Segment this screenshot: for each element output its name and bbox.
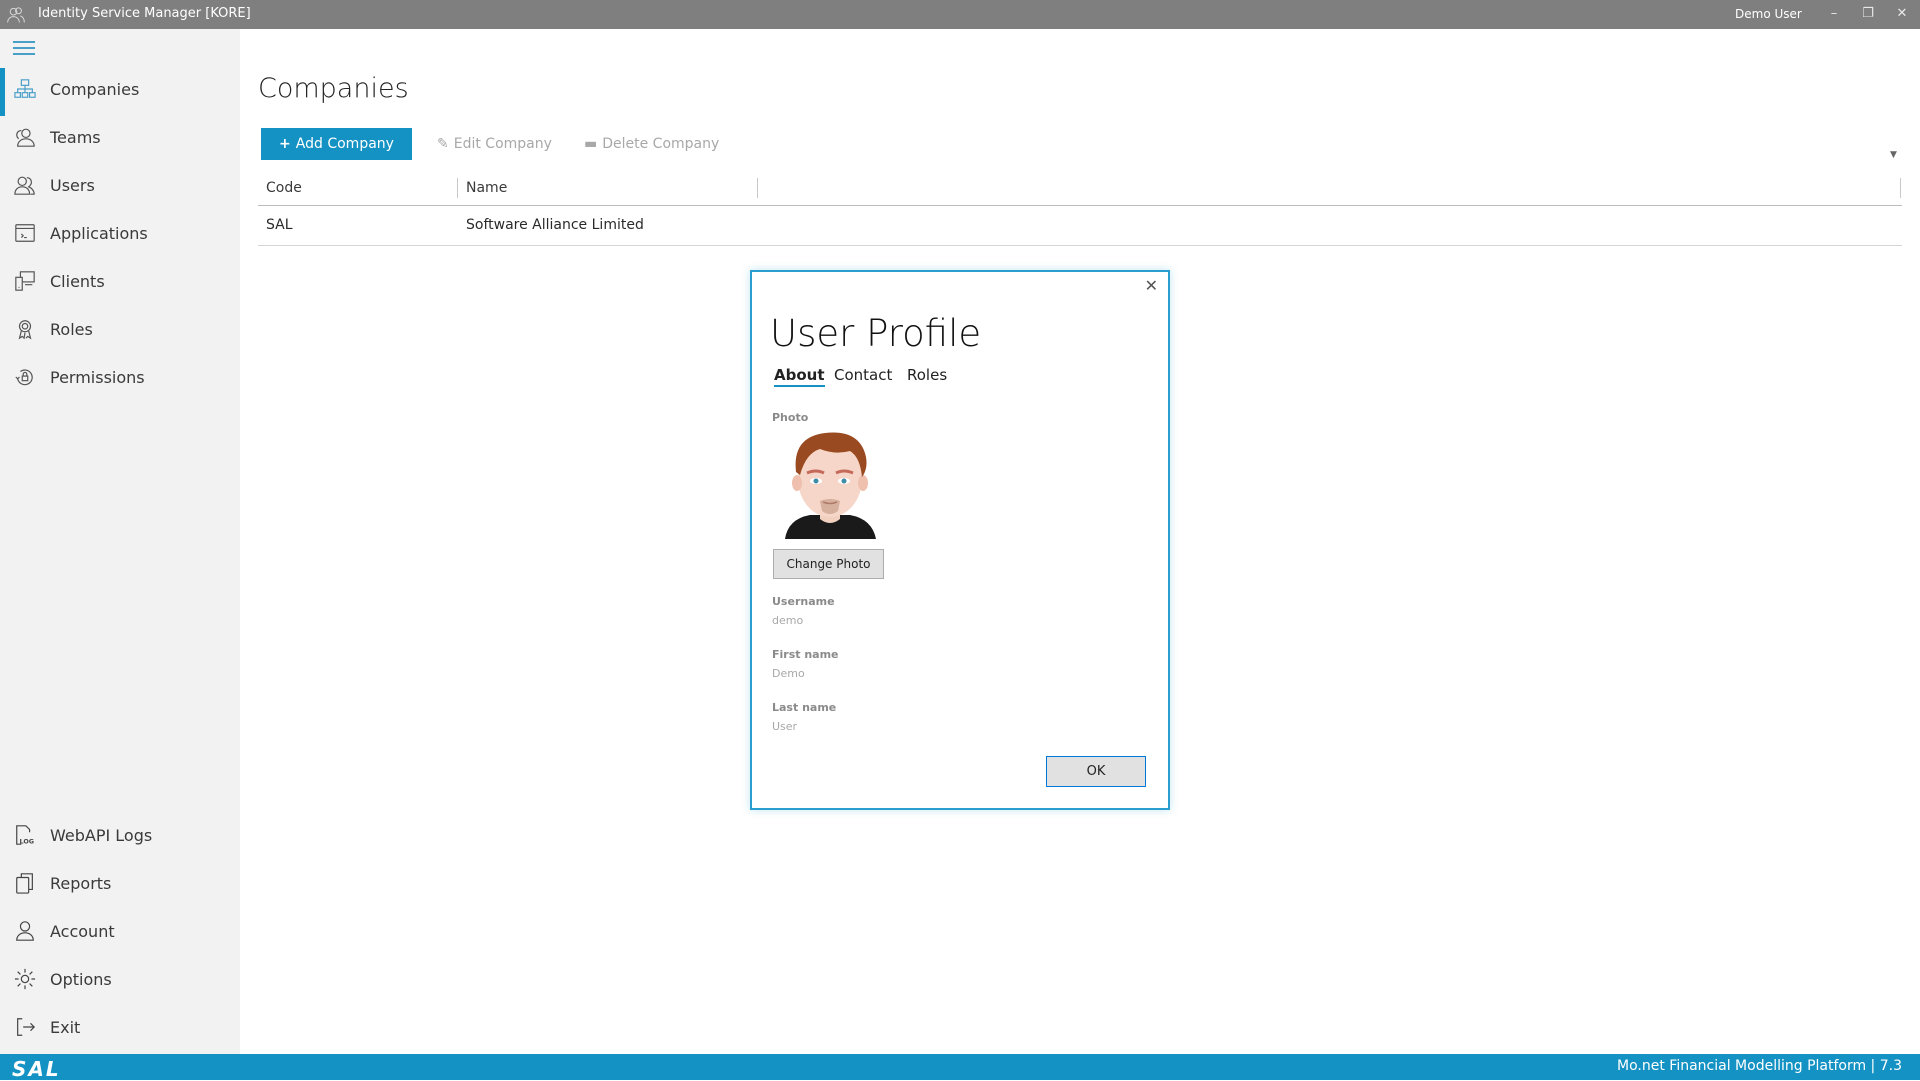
pencil-icon: ✎ [437, 136, 449, 152]
tab-contact[interactable]: Contact [834, 366, 892, 384]
sidebar-item-label: Applications [50, 224, 148, 243]
svg-text:LOG: LOG [20, 837, 35, 845]
last-name-value: User [772, 720, 798, 733]
platform-version: Mo.net Financial Modelling Platform | 7.… [1617, 1058, 1902, 1074]
tab-roles[interactable]: Roles [907, 366, 947, 384]
username-value: demo [772, 614, 804, 627]
column-chooser-icon[interactable]: ▼ [1890, 150, 1897, 160]
add-company-button[interactable]: + Add Company [261, 128, 412, 160]
edit-company-label: Edit Company [453, 136, 552, 152]
hamburger-menu-icon[interactable] [13, 41, 35, 57]
sidebar-item-webapi-logs[interactable]: LOG WebAPI Logs [0, 814, 240, 858]
log-file-icon: LOG [16, 825, 35, 845]
edit-company-button[interactable]: ✎ Edit Company [437, 128, 552, 160]
sidebar-item-teams[interactable]: Teams [0, 116, 240, 160]
sidebar-item-roles[interactable]: Roles [0, 308, 240, 352]
close-icon[interactable]: ✕ [1145, 276, 1158, 295]
cell-code: SAL [266, 217, 293, 233]
sidebar-item-label: Exit [50, 1018, 81, 1037]
sidebar: Companies Teams Users Applications Clien… [0, 29, 240, 1054]
sidebar-item-label: Permissions [50, 368, 145, 387]
sidebar-item-label: Users [50, 176, 95, 195]
sidebar-item-permissions[interactable]: Permissions [0, 356, 240, 400]
users-icon [14, 176, 35, 195]
minus-icon: ▬ [584, 136, 598, 152]
plus-icon: + [279, 136, 291, 152]
devices-icon [15, 271, 35, 291]
account-icon [16, 921, 34, 941]
status-bar: SAL Mo.net Financial Modelling Platform … [0, 1054, 1920, 1081]
sidebar-item-options[interactable]: Options [0, 958, 240, 1002]
sidebar-item-users[interactable]: Users [0, 164, 240, 208]
first-name-label: First name [772, 648, 839, 661]
sidebar-item-account[interactable]: Account [0, 910, 240, 954]
reports-icon [16, 873, 33, 894]
ok-button[interactable]: OK [1046, 756, 1146, 787]
column-header-code[interactable]: Code [266, 180, 302, 196]
cell-name: Software Alliance Limited [466, 217, 644, 233]
page-title: Companies [258, 73, 409, 104]
exit-icon [17, 1018, 36, 1036]
column-separator[interactable] [757, 178, 758, 198]
username-label: Username [772, 595, 835, 608]
sidebar-item-label: Teams [50, 128, 101, 147]
sal-logo: SAL [12, 1057, 61, 1081]
gear-icon [14, 968, 36, 990]
user-profile-dialog: ✕ User Profile About Contact Roles Photo… [750, 270, 1170, 810]
column-header-name[interactable]: Name [466, 180, 507, 196]
sidebar-item-label: Clients [50, 272, 105, 291]
restore-button[interactable]: ❐ [1858, 4, 1878, 24]
delete-company-label: Delete Company [602, 136, 720, 152]
column-separator[interactable] [1900, 178, 1901, 198]
sidebar-item-label: Roles [50, 320, 93, 339]
sidebar-item-label: Reports [50, 874, 112, 893]
close-window-button[interactable]: ✕ [1892, 4, 1912, 24]
sidebar-item-clients[interactable]: Clients [0, 260, 240, 304]
badge-icon [18, 320, 32, 340]
sidebar-item-applications[interactable]: Applications [0, 212, 240, 256]
dialog-title: User Profile [770, 312, 982, 355]
sidebar-item-label: WebAPI Logs [50, 826, 153, 845]
sidebar-item-reports[interactable]: Reports [0, 862, 240, 906]
first-name-value: Demo [772, 667, 805, 680]
sidebar-item-exit[interactable]: Exit [0, 1006, 240, 1050]
avatar [785, 432, 876, 539]
photo-label: Photo [772, 411, 809, 424]
sidebar-item-companies[interactable]: Companies [0, 68, 240, 116]
window-title: Identity Service Manager [KORE] [38, 6, 251, 21]
terminal-window-icon [15, 224, 35, 242]
change-photo-button[interactable]: Change Photo [773, 549, 884, 579]
companies-table: Code Name SAL Software Alliance Limited [258, 174, 1902, 246]
last-name-label: Last name [772, 701, 837, 714]
sidebar-item-label: Account [50, 922, 115, 941]
tab-about[interactable]: About [774, 366, 825, 387]
column-separator[interactable] [457, 178, 458, 198]
table-header: Code Name [258, 174, 1902, 206]
current-user[interactable]: Demo User [1735, 7, 1802, 21]
delete-company-button[interactable]: ▬ Delete Company [584, 128, 719, 160]
table-row[interactable]: SAL Software Alliance Limited [258, 206, 1902, 246]
minimize-button[interactable]: – [1824, 4, 1844, 24]
sidebar-item-label: Options [50, 970, 112, 989]
lock-refresh-icon [15, 369, 33, 386]
title-bar: Identity Service Manager [KORE] Demo Use… [0, 0, 1920, 29]
sidebar-item-label: Companies [50, 80, 140, 99]
org-chart-icon [14, 79, 36, 98]
users-icon [7, 7, 25, 23]
team-icon [16, 128, 35, 147]
add-company-label: Add Company [295, 136, 394, 152]
